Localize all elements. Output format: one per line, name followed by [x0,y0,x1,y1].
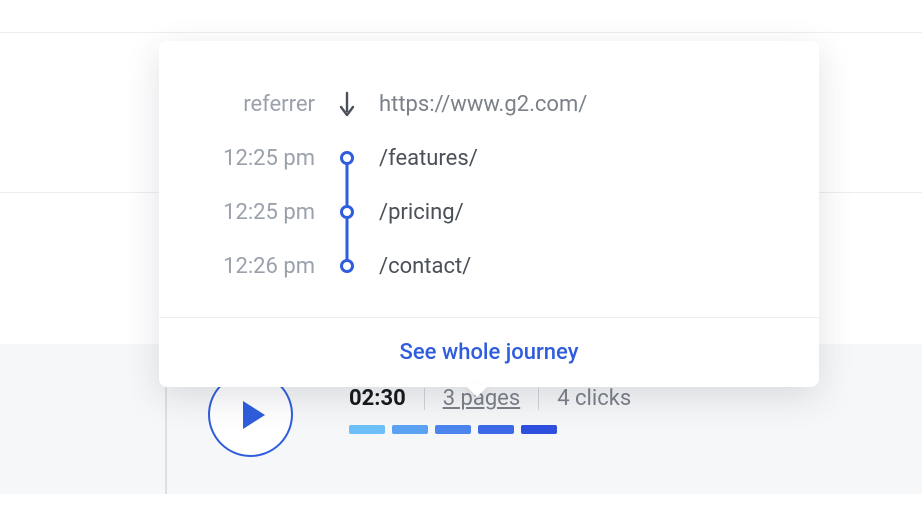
timeline-dot-icon [340,205,354,219]
timeline-cell [315,185,379,239]
stat-divider [538,388,539,410]
progress-segments [349,425,631,434]
progress-segment [521,425,557,434]
step-path: /features/ [379,146,478,171]
timeline-dot-icon [340,151,354,165]
journey-popover-body: referrer https://www.g2.com/ 12:25 pm /f… [159,41,819,317]
progress-segment [435,425,471,434]
step-time: 12:26 pm [195,254,315,279]
progress-segment [349,425,385,434]
progress-segment [478,425,514,434]
step-time: 12:25 pm [195,146,315,171]
timeline-cell [315,77,379,131]
journey-step-row: 12:25 pm /features/ [195,131,783,185]
step-path: /contact/ [379,254,471,279]
session-clicks: 4 clicks [557,386,631,411]
play-icon [243,401,265,429]
session-duration: 02:30 [349,386,406,411]
journey-step-row: 12:25 pm /pricing/ [195,185,783,239]
referrer-url: https://www.g2.com/ [379,92,587,117]
journey-popover-footer: See whole journey [159,317,819,387]
timeline-cell [315,131,379,185]
arrow-down-icon [338,91,356,117]
see-whole-journey-link[interactable]: See whole journey [400,340,579,365]
journey-popover: referrer https://www.g2.com/ 12:25 pm /f… [159,41,819,387]
journey-step-row: 12:26 pm /contact/ [195,239,783,293]
step-time: 12:25 pm [195,200,315,225]
timeline-cell [315,239,379,293]
session-stats: 02:30 3 pages 4 clicks [349,386,631,411]
timeline-dot-icon [340,259,354,273]
stat-divider [424,388,425,410]
divider-line [0,32,922,33]
progress-segment [392,425,428,434]
popover-arrow-icon [465,385,489,397]
referrer-label: referrer [195,92,315,117]
step-path: /pricing/ [379,200,464,225]
journey-referrer-row: referrer https://www.g2.com/ [195,77,783,131]
